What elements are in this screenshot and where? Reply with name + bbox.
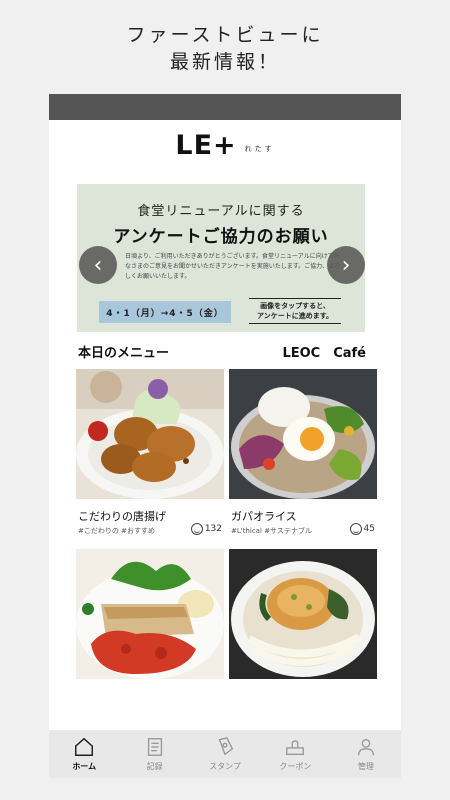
banner-next-button[interactable]: › xyxy=(327,246,365,284)
record-icon xyxy=(147,738,162,756)
menu-card[interactable] xyxy=(76,549,224,679)
menu-card[interactable]: こだわりの唐揚げ #こだわりの #おすすめ 132 xyxy=(76,369,224,535)
menu-header: 本日のメニュー LEOC Café xyxy=(78,342,366,361)
tab-label: 管理 xyxy=(357,762,374,771)
menu-venue: LEOC Café xyxy=(282,346,366,361)
menu-item-tags: #こだわりの #おすすめ xyxy=(78,527,155,535)
tab-label: スタンプ xyxy=(209,762,241,771)
phone-screen: LE+ れたす 食堂リニューアルに関する アンケートご協力のお願い 日頃より、ご… xyxy=(49,94,401,778)
banner-note-line-1: 画像をタップすると、 xyxy=(260,302,330,310)
likes-count: 45 xyxy=(363,524,375,534)
tab-home[interactable]: ホーム xyxy=(49,730,119,778)
likes-count: 132 xyxy=(204,524,222,534)
banner-note-line-2: アンケートに進めます。 xyxy=(256,312,334,320)
tab-manage[interactable]: 管理 xyxy=(331,730,401,778)
banner-body: 日頃より、ご利用いただきありがとうございます。食堂リニューアルに向けてみなさまの… xyxy=(125,253,341,280)
promo-line-2: 最新情報！ xyxy=(169,51,280,73)
bottom-tab-bar: ホーム 記録 スタンプ クーポン 管理 xyxy=(49,730,401,778)
tab-label: 記録 xyxy=(146,762,163,771)
menu-item-name: ガパオライス xyxy=(231,510,297,523)
menu-item-tags: #L'thical #サステナブル xyxy=(231,527,312,535)
logo-main-text: LE+ xyxy=(175,130,237,161)
banner-prev-button[interactable]: ‹ xyxy=(79,246,117,284)
tab-record[interactable]: 記録 xyxy=(119,730,189,778)
banner-title-1: 食堂リニューアルに関する xyxy=(137,204,305,219)
banner-title-2: アンケートご協力のお願い xyxy=(113,227,329,247)
stamp-icon xyxy=(218,737,234,756)
promo-headline: ファーストビューに 最新情報！ xyxy=(0,22,450,76)
menu-photo-fish xyxy=(76,549,224,679)
menu-item-name: こだわりの唐揚げ xyxy=(78,510,166,523)
menu-photo-gapao xyxy=(229,369,377,499)
tab-label: クーポン xyxy=(279,762,312,771)
menu-card[interactable] xyxy=(229,549,377,679)
chevron-right-icon: › xyxy=(341,252,351,278)
smile-icon xyxy=(190,523,203,535)
banner-note: 画像をタップすると、 アンケートに進めます。 xyxy=(249,298,341,324)
chevron-left-icon: ‹ xyxy=(93,252,103,278)
survey-banner[interactable]: 食堂リニューアルに関する アンケートご協力のお願い 日頃より、ご利用いただきあり… xyxy=(77,184,365,332)
menu-photo-karaage xyxy=(76,369,224,499)
user-icon xyxy=(357,738,374,756)
menu-item-likes: 132 xyxy=(190,523,222,535)
banner-date: 4・1（月）→4・5（金） xyxy=(99,301,231,323)
menu-item-likes: 45 xyxy=(349,523,375,535)
status-bar xyxy=(49,94,401,120)
promo-line-1: ファーストビューに xyxy=(126,24,324,46)
logo-sub-text: れたす xyxy=(244,145,275,153)
coupon-icon xyxy=(286,740,305,756)
tab-coupon[interactable]: クーポン xyxy=(260,730,330,778)
menu-card[interactable]: ガパオライス #L'thical #サステナブル 45 xyxy=(229,369,377,535)
tab-label: ホーム xyxy=(72,762,97,771)
tab-stamp[interactable]: スタンプ xyxy=(190,730,260,778)
smile-icon xyxy=(349,523,362,535)
menu-photo-udon xyxy=(229,549,377,679)
menu-heading: 本日のメニュー xyxy=(78,346,170,361)
app-logo: LE+ れたす xyxy=(49,130,401,160)
home-icon xyxy=(75,737,94,756)
